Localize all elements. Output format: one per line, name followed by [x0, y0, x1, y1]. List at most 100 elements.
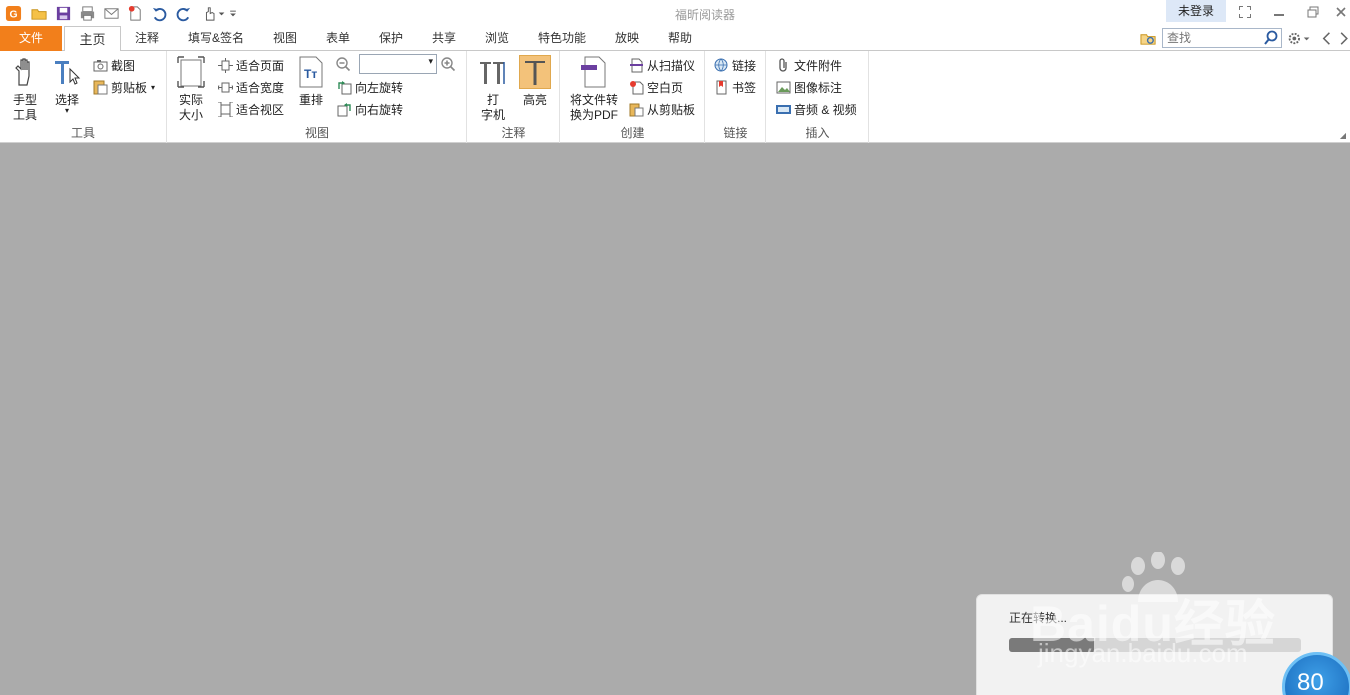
tab-view[interactable]: 视图	[265, 26, 305, 51]
tab-comment[interactable]: 注释	[127, 26, 167, 51]
rotate-left-button[interactable]: 向左旋转	[336, 77, 403, 97]
tab-file[interactable]: 文件	[0, 26, 62, 51]
svg-text:Tт: Tт	[304, 67, 317, 81]
fit-visible-label: 适合视区	[236, 102, 285, 117]
tab-fill-sign[interactable]: 填写&签名	[183, 26, 249, 51]
image-annotation-label: 图像标注	[794, 80, 843, 95]
fit-page-icon	[217, 57, 234, 74]
highlight-button[interactable]: 高亮	[516, 55, 554, 108]
actual-size-label-2: 大小	[178, 108, 203, 122]
clipboard-button[interactable]: 剪贴板 ▾	[92, 77, 155, 97]
actual-size-icon	[175, 55, 207, 89]
tab-share[interactable]: 共享	[424, 26, 464, 51]
paste-icon	[628, 101, 645, 118]
hand-tool-label-2: 工具	[12, 108, 37, 122]
rotate-right-button[interactable]: 向右旋转	[336, 99, 403, 119]
conversion-progress-popup: 正在转换...	[976, 594, 1333, 695]
zoom-in-icon[interactable]	[440, 56, 457, 76]
window-title: 福昕阅读器	[674, 8, 735, 22]
snapshot-button[interactable]: 截图	[92, 55, 135, 75]
tab-help[interactable]: 帮助	[660, 26, 700, 51]
fit-visible-button[interactable]: 适合视区	[217, 99, 284, 119]
file-attachment-button[interactable]: 文件附件	[775, 55, 842, 75]
group-comment: 打 字机 高亮 注释	[468, 51, 560, 143]
group-create: 将文件转 换为PDF 从扫描仪 空白页 从剪贴板 创建	[561, 51, 705, 143]
fit-page-button[interactable]: 适合页面	[217, 55, 284, 75]
convert-to-pdf-button[interactable]: 将文件转 换为PDF	[565, 55, 623, 123]
group-insert: 文件附件 图像标注 音频 & 视频 插入	[767, 51, 869, 143]
tab-features[interactable]: 特色功能	[532, 26, 592, 51]
group-create-label: 创建	[620, 126, 645, 140]
ribbon-panel: 手型 工具 选择 ▾ 截图 剪贴板 ▾ 工具 实际 大小 适合页面 适合宽度 适…	[0, 51, 1350, 143]
paperclip-icon	[775, 57, 792, 74]
search-input[interactable]	[1163, 29, 1263, 47]
audio-video-button[interactable]: 音频 & 视频	[775, 99, 857, 119]
group-comment-label: 注释	[501, 126, 526, 140]
collapse-right-icon[interactable]	[1338, 29, 1350, 47]
blank-page-button[interactable]: 空白页	[628, 77, 683, 97]
link-button[interactable]: 链接	[713, 55, 756, 75]
clipboard-label: 剪贴板	[111, 80, 148, 95]
clipboard-dropdown-icon[interactable]: ▾	[151, 83, 155, 92]
from-clipboard-button[interactable]: 从剪贴板	[628, 99, 695, 119]
actual-size-button[interactable]: 实际 大小	[172, 55, 210, 123]
restore-icon[interactable]	[1302, 2, 1324, 22]
tab-form[interactable]: 表单	[318, 26, 358, 51]
settings-gear-icon[interactable]	[1286, 29, 1314, 47]
blank-page-label: 空白页	[647, 80, 684, 95]
film-icon	[775, 101, 792, 118]
close-icon[interactable]	[1332, 2, 1350, 22]
reflow-icon: Tт	[295, 55, 327, 89]
select-tool-button[interactable]: 选择 ▾	[48, 55, 86, 115]
tab-home[interactable]: 主页	[64, 26, 121, 52]
group-view-label: 视图	[304, 126, 329, 140]
convert-pdf-icon	[578, 55, 610, 89]
typewriter-button[interactable]: 打 字机	[474, 55, 512, 123]
search-box[interactable]	[1162, 28, 1282, 48]
image-annotation-button[interactable]: 图像标注	[775, 77, 842, 97]
zoom-dropdown-icon[interactable]: ▾	[428, 56, 433, 67]
login-button[interactable]: 未登录	[1166, 0, 1226, 22]
fit-page-label: 适合页面	[236, 58, 285, 73]
fullscreen-icon[interactable]	[1234, 2, 1256, 22]
camera-icon	[92, 57, 109, 74]
actual-size-label-1: 实际	[178, 93, 203, 107]
ribbon-collapse-icon[interactable]: ◢	[1340, 131, 1346, 140]
hand-tool-button[interactable]: 手型 工具	[6, 55, 44, 123]
speed-ball-value: 80	[1297, 669, 1324, 695]
zoom-out-icon[interactable]	[335, 56, 352, 76]
find-folder-icon[interactable]	[1139, 29, 1157, 47]
typewriter-label-1: 打	[486, 93, 499, 107]
bookmark-button[interactable]: 书签	[713, 77, 756, 97]
reflow-button[interactable]: Tт 重排	[292, 55, 330, 108]
zoom-level-select[interactable]: ▾	[359, 54, 437, 74]
conversion-progress-bar	[1009, 638, 1301, 652]
ribbon-tab-bar: 文件 主页 注释 填写&签名 视图 表单 保护 共享 浏览 特色功能 放映 帮助	[0, 26, 1350, 52]
minimize-icon[interactable]	[1268, 2, 1290, 22]
search-icon[interactable]	[1263, 30, 1279, 49]
hand-icon	[9, 55, 41, 89]
group-view: 实际 大小 适合页面 适合宽度 适合视区 Tт 重排 ▾ 向左旋转 向右旋转 视…	[168, 51, 467, 143]
rotate-right-icon	[336, 101, 353, 118]
file-attachment-label: 文件附件	[794, 58, 843, 73]
tab-browse[interactable]: 浏览	[477, 26, 517, 51]
select-dropdown-arrow-icon[interactable]: ▾	[48, 107, 86, 115]
group-tools: 手型 工具 选择 ▾ 截图 剪贴板 ▾ 工具	[0, 51, 167, 143]
fit-visible-icon	[217, 101, 234, 118]
fit-width-button[interactable]: 适合宽度	[217, 77, 284, 97]
convert-label-1: 将文件转	[569, 93, 618, 107]
snapshot-label: 截图	[111, 58, 136, 73]
rotate-left-icon	[336, 79, 353, 96]
from-scanner-button[interactable]: 从扫描仪	[628, 55, 695, 75]
reflow-label: 重排	[298, 93, 323, 107]
tab-protect[interactable]: 保护	[371, 26, 411, 51]
rotate-right-label: 向右旋转	[355, 102, 404, 117]
from-scanner-label: 从扫描仪	[647, 58, 696, 73]
clipboard-icon	[92, 79, 109, 96]
audio-video-label: 音频 & 视频	[794, 102, 857, 117]
tab-slideshow[interactable]: 放映	[607, 26, 647, 51]
scanner-icon	[628, 57, 645, 74]
highlight-icon	[519, 55, 551, 89]
conversion-progress-fill	[1009, 638, 1094, 652]
collapse-left-icon[interactable]	[1318, 29, 1336, 47]
